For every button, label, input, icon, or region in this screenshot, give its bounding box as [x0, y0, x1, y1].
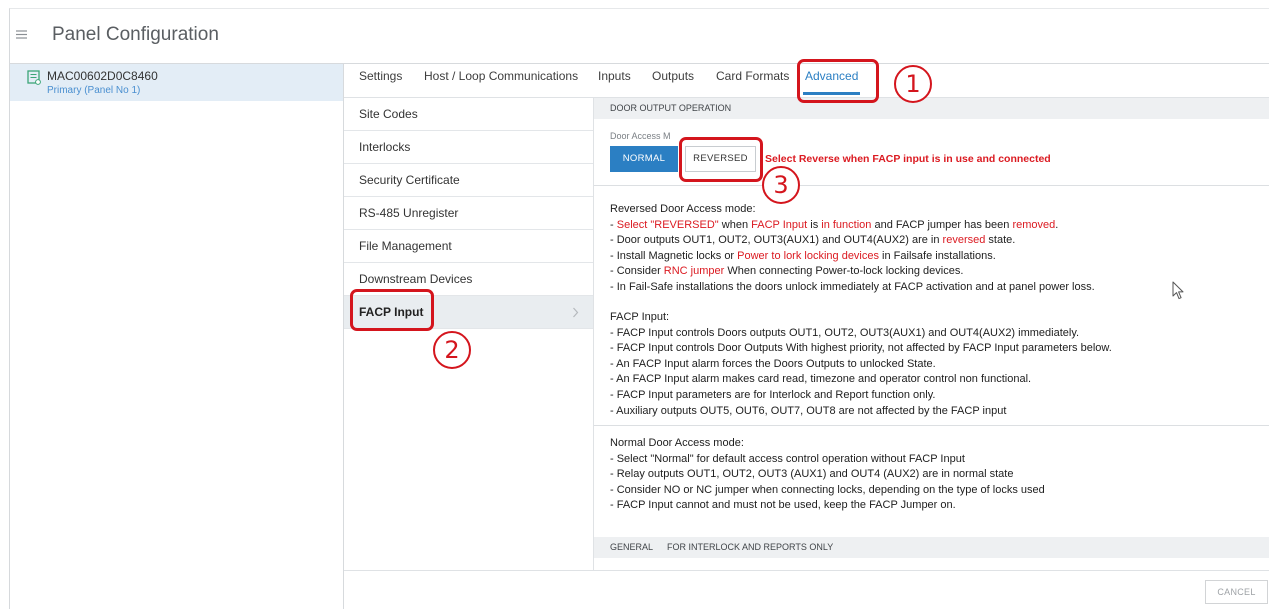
info-line: - In Fail-Safe installations the doors u…	[610, 280, 1095, 296]
emphasis-text: RNC jumper	[663, 265, 725, 278]
divider	[594, 425, 1269, 426]
subnav-item-label: Site Codes	[359, 107, 418, 121]
info-line: - FACP Input controls Doors outputs OUT1…	[610, 326, 1112, 342]
line-text: when	[718, 218, 752, 231]
info-line: - FACP Input cannot and must not be used…	[610, 498, 1045, 514]
info-line: - Door outputs OUT1, OUT2, OUT3(AUX1) an…	[610, 233, 1095, 249]
info-block-normal-mode: Normal Door Access mode: - Select "Normal…	[610, 436, 1045, 514]
facp-input-content: DOOR OUTPUT OPERATION Door Access M NORM…	[594, 98, 1269, 570]
info-heading: Reversed Door Access mode:	[610, 203, 756, 215]
subnav-item-label: RS-485 Unregister	[359, 206, 459, 220]
info-block-facp-input: FACP Input: - FACP Input controls Doors o…	[610, 310, 1112, 419]
line-text: - Door outputs OUT1, OUT2, OUT3(AUX1) an…	[610, 234, 943, 247]
hamburger-menu-icon[interactable]	[16, 30, 27, 39]
emphasis-text: FACP Input	[751, 218, 808, 231]
section-header-door-output: DOOR OUTPUT OPERATION	[594, 98, 1269, 119]
panel-list: MAC00602D0C8460 Primary (Panel No 1)	[10, 64, 343, 609]
line-text: When connecting Power-to-lock locking de…	[724, 265, 964, 278]
emphasis-text: in function	[821, 218, 872, 231]
panel-role: Primary (Panel No 1)	[47, 85, 141, 96]
line-text: .	[1055, 218, 1059, 231]
line-text: in Failsafe installations.	[879, 249, 996, 262]
door-access-mode-label: Door Access M	[610, 131, 671, 141]
mouse-pointer-icon	[1172, 281, 1184, 300]
section-title: GENERAL	[610, 542, 654, 552]
info-line: - An FACP Input alarm forces the Doors O…	[610, 357, 1112, 373]
cancel-button[interactable]: CANCEL	[1205, 580, 1268, 604]
annotation-circle-1: 1	[894, 65, 932, 103]
info-line: - FACP Input parameters are for Interloc…	[610, 388, 1112, 404]
line-text: - FACP Input parameters are for Interloc…	[610, 388, 936, 401]
subnav-item-label: Downstream Devices	[359, 272, 473, 286]
line-text: - Consider NO or NC jumper when connecti…	[610, 483, 1045, 496]
info-line: - Select "REVERSED" when FACP Input is i…	[610, 218, 1095, 234]
line-text: state.	[985, 234, 1016, 247]
subnav-item-rs485-unregister[interactable]: RS-485 Unregister	[344, 197, 593, 230]
subnav-item-facp-input[interactable]: FACP Input	[344, 296, 593, 329]
annotation-circle-2: 2	[433, 331, 471, 369]
subnav-item-label: Security Certificate	[359, 173, 460, 187]
panel-item-selected[interactable]: MAC00602D0C8460 Primary (Panel No 1)	[10, 64, 343, 101]
tab-advanced[interactable]: Advanced	[802, 64, 861, 97]
tab-settings[interactable]: Settings	[359, 64, 402, 97]
panel-icon	[27, 70, 41, 85]
subnav-item-label: Interlocks	[359, 140, 411, 154]
line-text: - FACP Input controls Door Outputs With …	[610, 342, 1112, 355]
emphasis-text: removed	[1012, 218, 1056, 231]
emphasis-text: reversed	[942, 234, 986, 247]
subnav-item-file-management[interactable]: File Management	[344, 230, 593, 263]
line-text: and FACP jumper has been	[871, 218, 1013, 231]
footer-bar: CANCEL	[344, 570, 1269, 609]
line-text: is	[807, 218, 822, 231]
info-line: - Consider RNC jumper When connecting Po…	[610, 264, 1095, 280]
chevron-right-icon	[573, 307, 579, 318]
subnav-item-site-codes[interactable]: Site Codes	[344, 98, 593, 131]
tab-outputs[interactable]: Outputs	[652, 64, 694, 97]
line-text: - Install Magnetic locks or	[610, 249, 738, 262]
info-line: - An FACP Input alarm makes card read, t…	[610, 372, 1112, 388]
section-subtitle: FOR INTERLOCK AND REPORTS ONLY	[667, 542, 834, 552]
line-text: - Relay outputs OUT1, OUT2, OUT3 (AUX1) …	[610, 468, 1014, 481]
info-heading: FACP Input:	[610, 311, 670, 323]
annotation-circle-3: 3	[762, 166, 800, 204]
line-text: - In Fail-Safe installations the doors u…	[610, 280, 1095, 293]
tab-inputs[interactable]: Inputs	[598, 64, 631, 97]
subnav-item-security-certificate[interactable]: Security Certificate	[344, 164, 593, 197]
divider	[594, 185, 1269, 186]
subnav-item-interlocks[interactable]: Interlocks	[344, 131, 593, 164]
subnav-item-label: File Management	[359, 239, 452, 253]
panel-name: MAC00602D0C8460	[47, 69, 158, 83]
tab-bar: Settings Host / Loop Communications Inpu…	[344, 64, 1269, 98]
info-line: - Install Magnetic locks or Power to lor…	[610, 249, 1095, 265]
page-title: Panel Configuration	[52, 24, 219, 45]
subnav-item-downstream-devices[interactable]: Downstream Devices	[344, 263, 593, 296]
info-heading: Normal Door Access mode:	[610, 437, 744, 449]
tab-card-formats[interactable]: Card Formats	[716, 64, 789, 97]
mode-reversed-button[interactable]: REVERSED	[685, 146, 756, 172]
line-text: - An FACP Input alarm forces the Doors O…	[610, 357, 936, 370]
line-text: - FACP Input cannot and must not be used…	[610, 499, 956, 512]
info-line: - Relay outputs OUT1, OUT2, OUT3 (AUX1) …	[610, 467, 1045, 483]
reverse-hint-text: Select Reverse when FACP input is in use…	[765, 153, 1051, 165]
info-line: - Auxiliary outputs OUT5, OUT6, OUT7, OU…	[610, 404, 1112, 420]
subnav-item-label: FACP Input	[359, 305, 424, 319]
info-line: - Select "Normal" for default access con…	[610, 452, 1045, 468]
emphasis-text: Power to lork locking devices	[737, 249, 879, 262]
tab-host-loop-communications[interactable]: Host / Loop Communications	[424, 64, 578, 97]
section-title: DOOR OUTPUT OPERATION	[610, 103, 732, 113]
info-block-reversed-mode: Reversed Door Access mode: - Select "REVE…	[610, 202, 1095, 296]
line-text: -	[610, 218, 617, 231]
advanced-subnav: Site Codes Interlocks Security Certifica…	[344, 98, 594, 570]
mode-normal-button[interactable]: NORMAL	[610, 146, 678, 172]
line-text: - FACP Input controls Doors outputs OUT1…	[610, 326, 1080, 339]
line-text: - Consider	[610, 265, 664, 278]
info-line: - FACP Input controls Door Outputs With …	[610, 341, 1112, 357]
line-text: - Auxiliary outputs OUT5, OUT6, OUT7, OU…	[610, 404, 1007, 417]
section-header-general[interactable]: GENERAL FOR INTERLOCK AND REPORTS ONLY	[594, 537, 1269, 558]
emphasis-text: Select "REVERSED"	[616, 218, 719, 231]
line-text: - Select "Normal" for default access con…	[610, 452, 965, 465]
info-line: - Consider NO or NC jumper when connecti…	[610, 483, 1045, 499]
line-text: - An FACP Input alarm makes card read, t…	[610, 373, 1032, 386]
